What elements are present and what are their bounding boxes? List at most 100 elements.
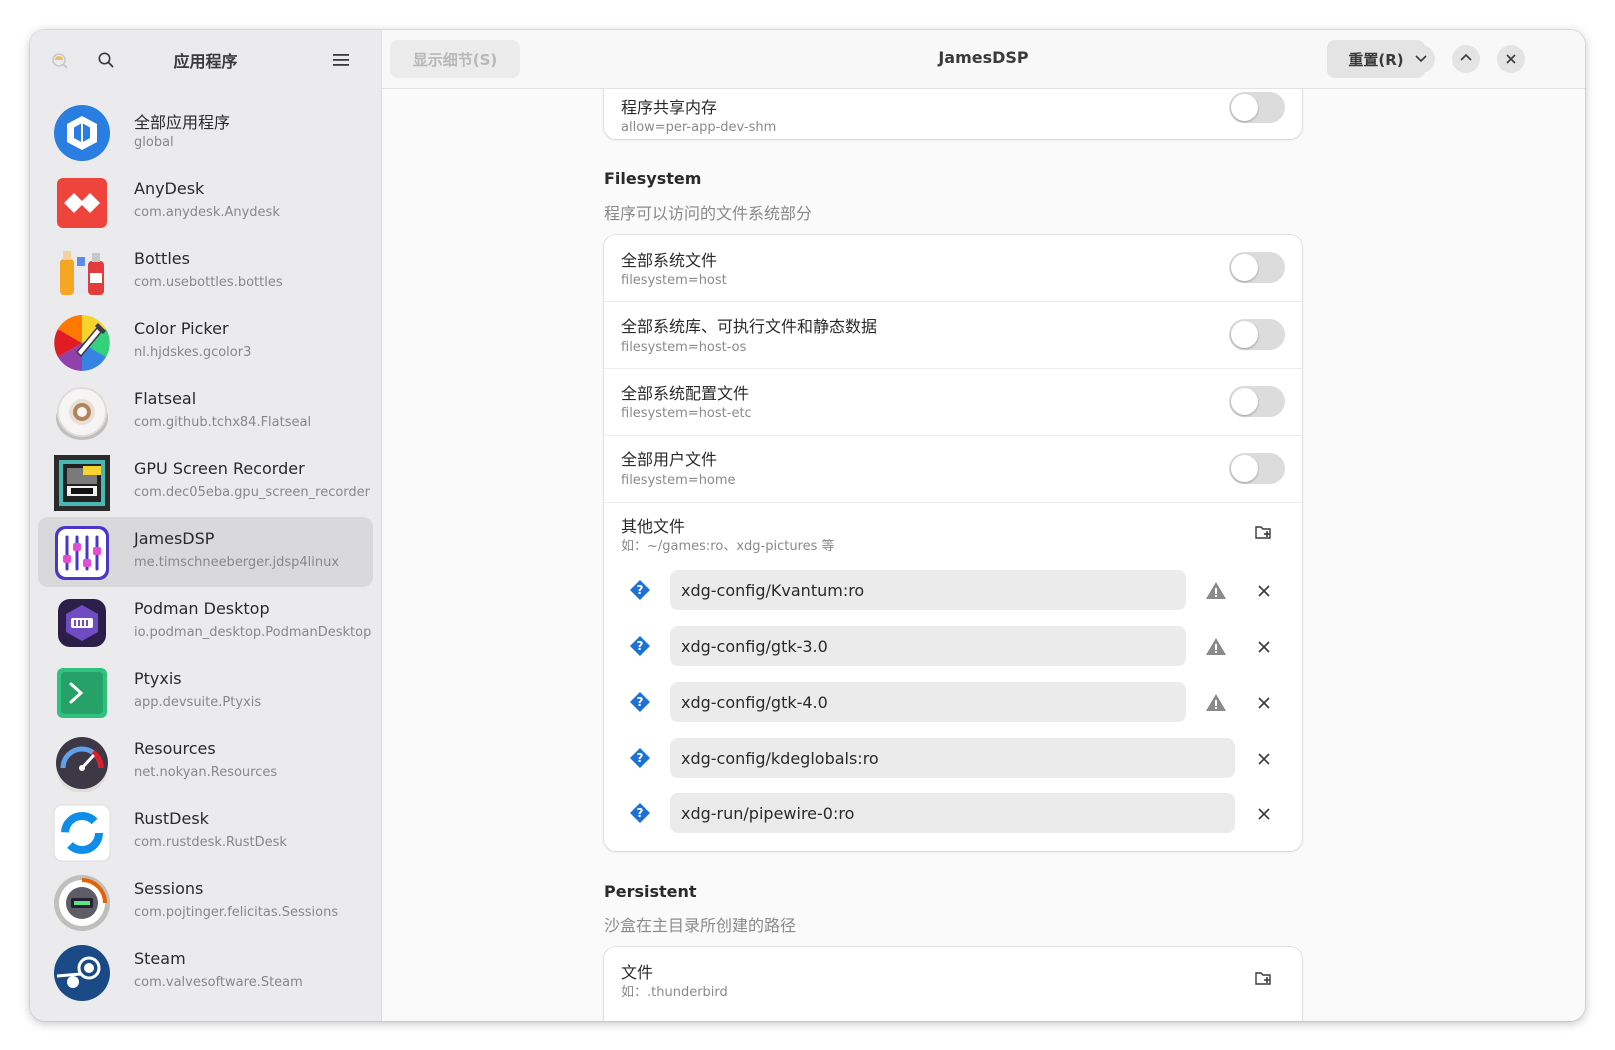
sidebar-item-flatseal[interactable]: Flatseal com.github.tchx84.Flatseal (38, 377, 373, 447)
toggle-knob (1231, 388, 1258, 415)
add-folder-button[interactable] (1251, 521, 1277, 547)
filesystem-home-toggle[interactable] (1229, 453, 1285, 484)
app-name: Sessions (134, 879, 204, 898)
warning-icon (1204, 579, 1228, 603)
sidebar-item-steam[interactable]: Steam com.valvesoftware.Steam (38, 937, 373, 1007)
filesystem-row-host-etc: 全部系统配置文件 filesystem=host-etc (604, 369, 1302, 435)
hamburger-menu-icon[interactable] (329, 48, 353, 72)
color-picker-icon (53, 314, 111, 372)
app-window: 应用程序 全部应用程序 global AnyDesk com.anydesk.A… (30, 30, 1585, 1021)
path-row: ? xdg-config/gtk-3.0 (604, 626, 1302, 666)
sidebar-item-color-picker[interactable]: Color Picker nl.hjdskes.gcolor3 (38, 307, 373, 377)
path-row: ? xdg-config/Kvantum:ro (604, 570, 1302, 610)
app-id: me.timschneeberger.jdsp4linux (134, 555, 340, 570)
remove-path-button[interactable] (1252, 579, 1276, 603)
filesystem-host-os-toggle[interactable] (1229, 319, 1285, 350)
sidebar-item-global[interactable]: 全部应用程序 global (38, 97, 373, 167)
close-icon (1258, 805, 1270, 824)
path-row: ? xdg-run/pipewire-0:ro (604, 793, 1302, 833)
sidebar-item-anydesk[interactable]: AnyDesk com.anydesk.Anydesk (38, 167, 373, 237)
gpu-recorder-icon (53, 454, 111, 512)
app-id: com.anydesk.Anydesk (134, 205, 280, 220)
app-name: Color Picker (134, 319, 229, 338)
app-name: Ptyxis (134, 669, 182, 688)
app-name: Podman Desktop (134, 599, 270, 618)
app-list: 全部应用程序 global AnyDesk com.anydesk.Anydes… (30, 90, 381, 1021)
sidebar-item-sessions[interactable]: Sessions com.pojtinger.felicitas.Session… (38, 867, 373, 937)
sidebar-item-resources[interactable]: Resources net.nokyan.Resources (38, 727, 373, 797)
app-name: JamesDSP (134, 529, 215, 548)
row-subtitle: filesystem=host (621, 273, 727, 288)
add-persistent-button[interactable] (1251, 967, 1277, 993)
row-subtitle: filesystem=host-etc (621, 406, 752, 421)
row-title: 程序共享内存 (621, 98, 718, 117)
bottles-icon (53, 244, 111, 302)
row-subtitle: 如：.thunderbird (621, 985, 728, 1000)
minimize-button[interactable] (1407, 45, 1435, 73)
row-subtitle: filesystem=host-os (621, 340, 747, 355)
folder-add-icon (1255, 970, 1273, 990)
remove-path-button[interactable] (1252, 747, 1276, 771)
app-id: app.devsuite.Ptyxis (134, 695, 262, 710)
close-icon (1505, 50, 1517, 69)
info-diamond-icon: ? (628, 634, 652, 658)
row-title: 全部系统库、可执行文件和静态数据 (621, 317, 878, 336)
path-row: ? xdg-config/gtk-4.0 (604, 682, 1302, 722)
path-entry[interactable]: xdg-config/gtk-3.0 (670, 626, 1186, 666)
close-icon (1258, 582, 1270, 601)
sidebar-item-rustdesk[interactable]: RustDesk com.rustdesk.RustDesk (38, 797, 373, 867)
warning-icon (1204, 691, 1228, 715)
app-id: com.dec05eba.gpu_screen_recorder (134, 485, 371, 500)
path-entry[interactable]: xdg-config/gtk-4.0 (670, 682, 1186, 722)
app-id: com.pojtinger.felicitas.Sessions (134, 905, 339, 920)
filesystem-section-title: Filesystem (604, 169, 702, 188)
filesystem-host-etc-toggle[interactable] (1229, 386, 1285, 417)
ptyxis-icon (53, 664, 111, 722)
svg-text:?: ? (637, 583, 644, 597)
row-title: 全部用户文件 (621, 450, 718, 469)
row-title: 文件 (621, 963, 654, 982)
resources-icon (53, 734, 111, 792)
app-name: Steam (134, 949, 186, 968)
filesystem-host-toggle[interactable] (1229, 252, 1285, 283)
shared-memory-toggle[interactable] (1229, 92, 1285, 123)
app-id: com.valvesoftware.Steam (134, 975, 303, 990)
app-name: Flatseal (134, 389, 197, 408)
row-title: 全部系统文件 (621, 251, 718, 270)
toggle-knob (1231, 455, 1258, 482)
persistent-card: 文件 如：.thunderbird (604, 947, 1302, 1021)
anydesk-icon (53, 174, 111, 232)
info-diamond-icon: ? (628, 801, 652, 825)
toggle-knob (1231, 321, 1258, 348)
app-name: AnyDesk (134, 179, 205, 198)
row-title: 全部系统配置文件 (621, 384, 750, 403)
remove-path-button[interactable] (1252, 691, 1276, 715)
app-id: global (134, 135, 174, 150)
close-icon (1258, 638, 1270, 657)
filesystem-row-host-os: 全部系统库、可执行文件和静态数据 filesystem=host-os (604, 302, 1302, 368)
remove-path-button[interactable] (1252, 635, 1276, 659)
path-entry[interactable]: xdg-run/pipewire-0:ro (670, 793, 1235, 833)
sessions-icon (53, 874, 111, 932)
filesystem-card: 全部系统文件 filesystem=host 全部系统库、可执行文件和静态数据 … (604, 235, 1302, 851)
filesystem-row-host: 全部系统文件 filesystem=host (604, 235, 1302, 301)
sidebar-item-ptyxis[interactable]: Ptyxis app.devsuite.Ptyxis (38, 657, 373, 727)
shared-memory-card: 程序共享内存 allow=per-app-dev-shm (604, 89, 1302, 139)
chevron-up-icon (1459, 50, 1473, 69)
close-icon (1258, 750, 1270, 769)
path-entry[interactable]: xdg-config/kdeglobals:ro (670, 738, 1235, 778)
remove-path-button[interactable] (1252, 802, 1276, 826)
rustdesk-icon (53, 804, 111, 862)
settings-content: 程序共享内存 allow=per-app-dev-shm Filesystem … (382, 89, 1585, 1021)
close-window-button[interactable] (1497, 45, 1525, 73)
flatseal-icon (53, 384, 111, 442)
maximize-button[interactable] (1452, 45, 1480, 73)
steam-icon (53, 944, 111, 1002)
sidebar-item-bottles[interactable]: Bottles com.usebottles.bottles (38, 237, 373, 307)
sidebar-item-gpu-screen-recorder[interactable]: GPU Screen Recorder com.dec05eba.gpu_scr… (38, 447, 373, 517)
info-diamond-icon: ? (628, 578, 652, 602)
path-entry[interactable]: xdg-config/Kvantum:ro (670, 570, 1186, 610)
sidebar-item-jamesdsp[interactable]: JamesDSP me.timschneeberger.jdsp4linux (38, 517, 373, 587)
toggle-knob (1231, 94, 1258, 121)
sidebar-item-podman-desktop[interactable]: Podman Desktop io.podman_desktop.PodmanD… (38, 587, 373, 657)
